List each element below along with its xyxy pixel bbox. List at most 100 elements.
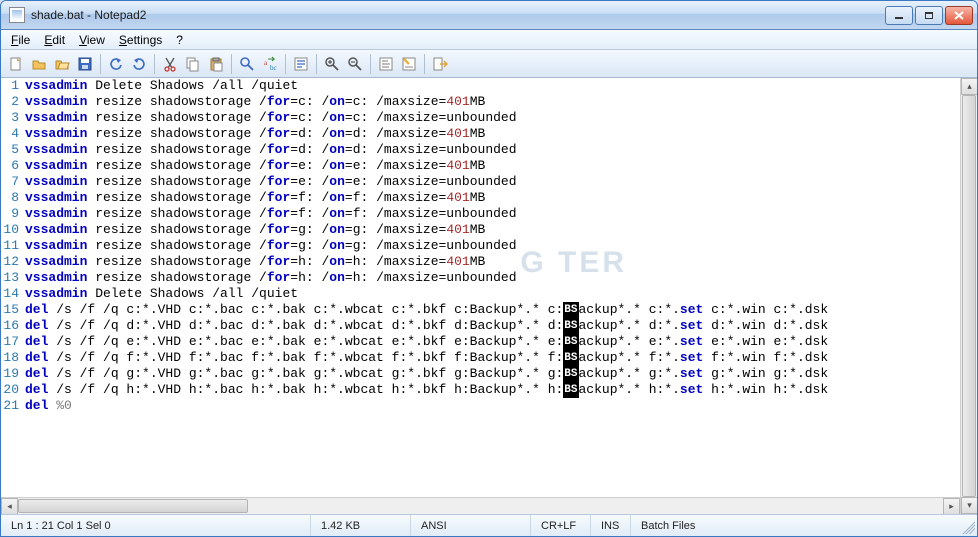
copy-icon [185, 56, 201, 72]
code-line[interactable]: vssadmin resize shadowstorage /for=d: /o… [25, 142, 960, 158]
vscroll-track[interactable] [961, 95, 977, 497]
scheme-button[interactable] [375, 53, 397, 75]
toolbar-separator [154, 54, 155, 74]
code-line[interactable]: del %0 [25, 398, 960, 414]
status-ovr[interactable]: INS [591, 515, 631, 536]
close-icon [954, 11, 964, 20]
code-line[interactable]: vssadmin resize shadowstorage /for=c: /o… [25, 94, 960, 110]
line-number: 20 [1, 382, 19, 398]
save-button[interactable] [74, 53, 96, 75]
editor-area: G TER 123456789101112131415161718192021 … [1, 78, 977, 514]
hscroll-track[interactable] [18, 498, 943, 514]
browse-button[interactable] [51, 53, 73, 75]
copy-button[interactable] [182, 53, 204, 75]
line-number: 9 [1, 206, 19, 222]
maximize-icon [925, 12, 933, 19]
code-line[interactable]: vssadmin Delete Shadows /all /quiet [25, 78, 960, 94]
toolbar-separator [100, 54, 101, 74]
line-number: 5 [1, 142, 19, 158]
hscroll-thumb[interactable] [18, 499, 248, 513]
line-number: 11 [1, 238, 19, 254]
cut-button[interactable] [159, 53, 181, 75]
scroll-left-icon[interactable]: ◂ [1, 498, 18, 514]
code-line[interactable]: vssadmin resize shadowstorage /for=g: /o… [25, 222, 960, 238]
save-icon [77, 56, 93, 72]
scroll-up-icon[interactable]: ▴ [961, 78, 977, 95]
line-number: 18 [1, 350, 19, 366]
line-number: 8 [1, 190, 19, 206]
paste-button[interactable] [205, 53, 227, 75]
scheme-icon [378, 56, 394, 72]
wordwrap-button[interactable] [290, 53, 312, 75]
customize-button[interactable] [398, 53, 420, 75]
undo-icon [108, 56, 124, 72]
code-line[interactable]: vssadmin resize shadowstorage /for=d: /o… [25, 126, 960, 142]
code-line[interactable]: vssadmin resize shadowstorage /for=f: /o… [25, 190, 960, 206]
window-title: shade.bat - Notepad2 [31, 8, 883, 22]
status-filesize: 1.42 KB [311, 515, 411, 536]
menu-settings[interactable]: Settings [112, 31, 169, 49]
line-number: 21 [1, 398, 19, 414]
status-eol[interactable]: CR+LF [531, 515, 591, 536]
status-position: Ln 1 : 21 Col 1 Sel 0 [1, 515, 311, 536]
line-number: 6 [1, 158, 19, 174]
titlebar: shade.bat - Notepad2 [1, 1, 977, 30]
wordwrap-icon [293, 56, 309, 72]
code-line[interactable]: vssadmin resize shadowstorage /for=h: /o… [25, 254, 960, 270]
menu-edit[interactable]: Edit [37, 31, 72, 49]
line-number: 17 [1, 334, 19, 350]
minimize-button[interactable] [885, 6, 913, 25]
code-line[interactable]: vssadmin resize shadowstorage /for=g: /o… [25, 238, 960, 254]
find-button[interactable] [236, 53, 258, 75]
code-line[interactable]: del /s /f /q d:*.VHD d:*.bac d:*.bak d:*… [25, 318, 960, 334]
menu-file[interactable]: File [4, 31, 37, 49]
menu-view[interactable]: View [72, 31, 112, 49]
code-line[interactable]: vssadmin resize shadowstorage /for=e: /o… [25, 158, 960, 174]
zoomout-button[interactable] [344, 53, 366, 75]
code-line[interactable]: vssadmin resize shadowstorage /for=c: /o… [25, 110, 960, 126]
line-number: 12 [1, 254, 19, 270]
line-number: 7 [1, 174, 19, 190]
scroll-down-icon[interactable]: ▾ [961, 497, 977, 514]
code-line[interactable]: vssadmin Delete Shadows /all /quiet [25, 286, 960, 302]
scroll-right-icon[interactable]: ▸ [943, 498, 960, 514]
horizontal-scrollbar[interactable]: ◂ ▸ [1, 497, 960, 514]
status-encoding[interactable]: ANSI [411, 515, 531, 536]
redo-icon [131, 56, 147, 72]
zoomin-icon [324, 56, 340, 72]
svg-text:bc: bc [270, 64, 277, 72]
code-line[interactable]: vssadmin resize shadowstorage /for=h: /o… [25, 270, 960, 286]
code-line[interactable]: del /s /f /q g:*.VHD g:*.bac g:*.bak g:*… [25, 366, 960, 382]
replace-button[interactable]: abc [259, 53, 281, 75]
line-number: 15 [1, 302, 19, 318]
toolbar-separator [370, 54, 371, 74]
vertical-scrollbar[interactable]: ▴ ▾ [960, 78, 977, 514]
status-language[interactable]: Batch Files [631, 515, 959, 536]
toolbar-separator [316, 54, 317, 74]
open-button[interactable] [28, 53, 50, 75]
undo-button[interactable] [105, 53, 127, 75]
exit-button[interactable] [429, 53, 451, 75]
vscroll-thumb[interactable] [962, 95, 976, 497]
zoomin-button[interactable] [321, 53, 343, 75]
redo-button[interactable] [128, 53, 150, 75]
paste-icon [208, 56, 224, 72]
new-button[interactable] [5, 53, 27, 75]
code-line[interactable]: del /s /f /q f:*.VHD f:*.bac f:*.bak f:*… [25, 350, 960, 366]
menu-help[interactable]: ? [169, 31, 190, 49]
code-content[interactable]: vssadmin Delete Shadows /all /quietvssad… [23, 78, 960, 497]
code-line[interactable]: vssadmin resize shadowstorage /for=f: /o… [25, 206, 960, 222]
notepad2-app-icon [9, 7, 25, 23]
resize-grip-icon[interactable] [959, 518, 975, 534]
menubar: File Edit View Settings ? [1, 30, 977, 50]
maximize-button[interactable] [915, 6, 943, 25]
code-line[interactable]: del /s /f /q e:*.VHD e:*.bac e:*.bak e:*… [25, 334, 960, 350]
toolbar: abc [1, 50, 977, 78]
code-line[interactable]: del /s /f /q c:*.VHD c:*.bac c:*.bak c:*… [25, 302, 960, 318]
code-line[interactable]: vssadmin resize shadowstorage /for=e: /o… [25, 174, 960, 190]
find-icon [239, 56, 255, 72]
close-button[interactable] [945, 6, 973, 25]
line-number: 3 [1, 110, 19, 126]
text-editor[interactable]: 123456789101112131415161718192021 vssadm… [1, 78, 960, 497]
code-line[interactable]: del /s /f /q h:*.VHD h:*.bac h:*.bak h:*… [25, 382, 960, 398]
